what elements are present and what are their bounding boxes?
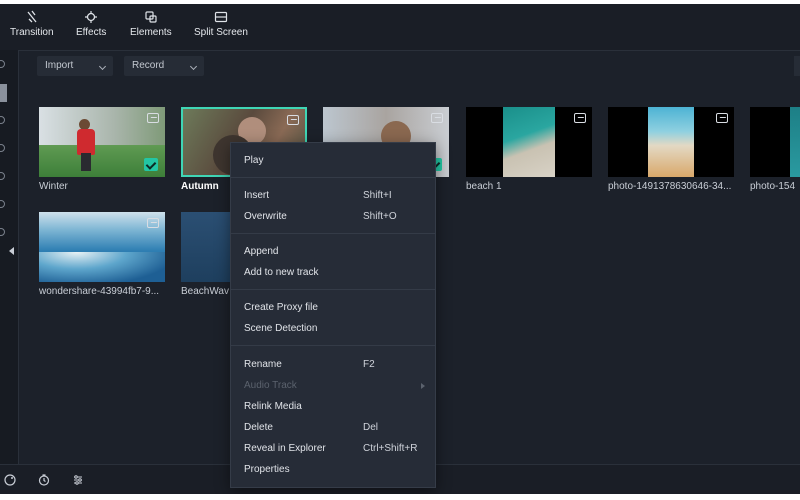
folder-icon[interactable] [0,60,5,68]
menu-item-label: Reveal in Explorer [244,443,326,454]
menu-item-properties[interactable]: Properties [231,461,435,479]
record-label: Record [132,60,165,71]
menu-item-label: Insert [244,190,270,201]
media-label: wondershare-43994fb7-9... [39,286,160,297]
image-type-icon [431,113,443,123]
view-options-button[interactable] [794,56,800,76]
media-thumbnail[interactable] [750,107,800,177]
media-item-winter[interactable]: Winter [39,107,165,195]
effects-tab[interactable]: Effects [76,10,106,38]
selected-folder-indicator [0,84,7,102]
effects-label: Effects [76,27,107,38]
menu-item-label: Rename [244,359,282,370]
menu-item-reveal-in-explorer[interactable]: Reveal in Explorer Ctrl+Shift+R [231,440,435,458]
chevron-down-icon [98,62,107,71]
media-label: beach 1 [466,181,502,192]
effects-icon [85,11,98,23]
top-toolbar: Transition Effects Elements Split Screen [0,4,800,51]
image-type-icon [574,113,586,123]
menu-item-create-proxy-file[interactable]: Create Proxy file [231,299,435,317]
menu-item-label: Delete [244,422,273,433]
menu-item-overwrite[interactable]: Overwrite Shift+O [231,208,435,226]
menu-item-audio-track: Audio Track [231,377,435,395]
menu-item-scene-detection[interactable]: Scene Detection [231,320,435,338]
image-type-icon [147,218,159,228]
menu-item-label: Play [244,155,264,166]
menu-item-label: Scene Detection [244,323,318,334]
split-screen-icon [214,11,228,23]
transition-tab[interactable]: Transition [10,10,54,38]
folder-icon[interactable] [0,200,5,208]
added-check-icon [144,158,158,171]
elements-icon [145,11,157,23]
elements-tab[interactable]: Elements [130,10,172,38]
split-screen-tab[interactable]: Split Screen [194,10,248,38]
menu-item-play[interactable]: Play [231,152,435,170]
media-label: photo-1491378630646-34... [608,181,732,192]
folder-icon[interactable] [0,116,5,124]
left-panel-strip [0,50,19,464]
media-item-wondershare[interactable]: wondershare-43994fb7-9... [39,212,165,300]
folder-icon[interactable] [0,172,5,180]
menu-shortcut: Shift+I [363,190,392,201]
menu-item-rename[interactable]: Rename F2 [231,356,435,374]
palette-icon[interactable] [4,474,16,486]
import-label: Import [45,60,74,71]
split-screen-label: Split Screen [194,27,248,38]
transition-icon [27,10,37,23]
menu-shortcut: F2 [363,359,375,370]
submenu-arrow-icon [421,383,425,389]
timer-icon[interactable] [38,474,50,486]
menu-shortcut: Del [363,422,379,433]
record-dropdown[interactable]: Record [124,56,204,76]
image-type-icon [287,115,299,125]
media-thumbnail[interactable] [466,107,592,177]
menu-item-insert[interactable]: Insert Shift+I [231,187,435,205]
folder-icon[interactable] [0,228,5,236]
menu-separator [231,289,435,290]
elements-label: Elements [130,27,172,38]
media-thumbnail[interactable] [608,107,734,177]
collapse-panel-icon[interactable] [9,247,14,255]
menu-item-label: Append [244,246,279,257]
menu-item-append[interactable]: Append [231,243,435,261]
menu-item-label: Audio Track [244,380,297,391]
media-label: Winter [39,181,68,192]
adjust-icon[interactable] [72,474,84,486]
media-thumbnail[interactable] [39,212,165,282]
menu-item-label: Properties [244,464,290,475]
import-dropdown[interactable]: Import [37,56,113,76]
transition-label: Transition [10,27,54,38]
menu-shortcut: Ctrl+Shift+R [363,443,418,454]
editor-window: Transition Effects Elements Split Screen… [0,4,800,494]
menu-item-relink-media[interactable]: Relink Media [231,398,435,416]
menu-item-label: Add to new track [244,267,319,278]
menu-separator [231,345,435,346]
menu-separator [231,177,435,178]
context-menu: Play Insert Shift+I Overwrite Shift+O Ap… [230,142,436,488]
menu-item-label: Relink Media [244,401,302,412]
media-item-photo-154[interactable]: photo-154 [750,107,800,195]
menu-item-label: Create Proxy file [244,302,318,313]
image-type-icon [716,113,728,123]
menu-shortcut: Shift+O [363,211,397,222]
menu-item-label: Overwrite [244,211,287,222]
folder-icon[interactable] [0,144,5,152]
image-type-icon [147,113,159,123]
media-item-photo-1491378630646[interactable]: photo-1491378630646-34... [608,107,734,195]
chevron-down-icon [189,62,198,71]
menu-item-add-to-new-track[interactable]: Add to new track [231,264,435,282]
media-thumbnail[interactable] [39,107,165,177]
menu-item-delete[interactable]: Delete Del [231,419,435,437]
media-label: photo-154 [750,181,796,192]
menu-separator [231,233,435,234]
media-item-beach-1[interactable]: beach 1 [466,107,592,195]
